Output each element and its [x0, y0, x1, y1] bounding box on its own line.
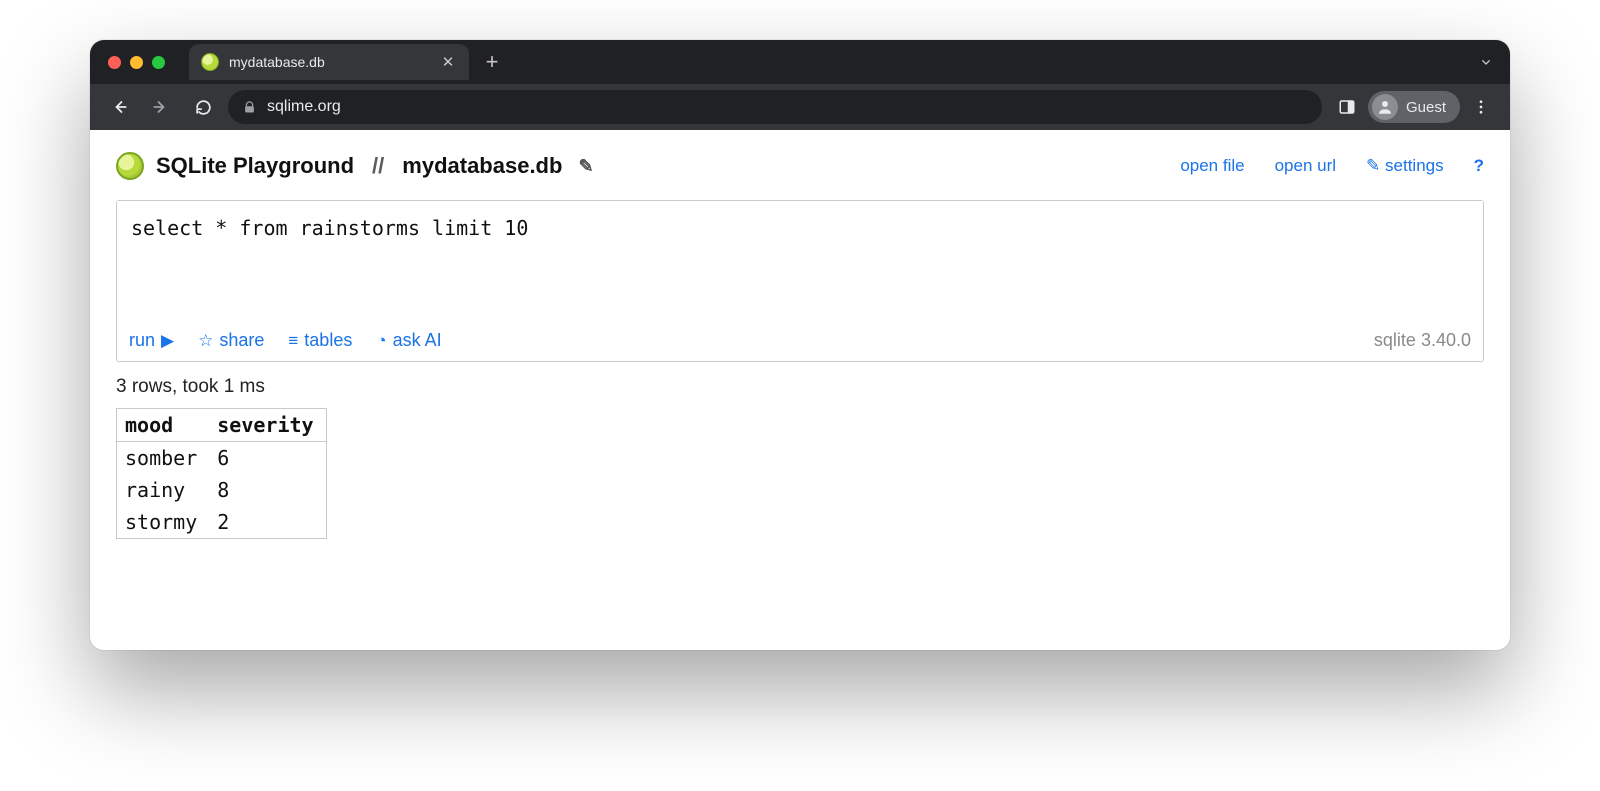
- tab-close-button[interactable]: ✕: [439, 53, 457, 71]
- table-cell: 8: [209, 474, 326, 506]
- open-url-link[interactable]: open url: [1275, 156, 1336, 176]
- favicon-icon: [201, 53, 219, 71]
- sqlite-version: sqlite 3.40.0: [1374, 330, 1471, 351]
- url-text: sqlime.org: [267, 98, 341, 116]
- avatar-icon: [1372, 94, 1398, 120]
- kebab-icon: [1472, 98, 1490, 116]
- brand: SQLite Playground // mydatabase.db ✎: [116, 152, 594, 180]
- ask-ai-button[interactable]: ◔ ask AI: [376, 330, 441, 351]
- address-bar[interactable]: sqlime.org: [228, 90, 1322, 124]
- settings-link[interactable]: ✎ settings: [1366, 156, 1444, 176]
- result-table-wrap: moodseverity somber6rainy8stormy2: [116, 408, 1484, 539]
- back-button[interactable]: [102, 90, 136, 124]
- arrow-right-icon: [151, 97, 171, 117]
- toolbar-right: Guest: [1330, 90, 1498, 124]
- help-link[interactable]: ?: [1474, 156, 1484, 176]
- column-header: severity: [209, 409, 326, 442]
- star-icon: ☆: [198, 332, 213, 349]
- forward-button[interactable]: [144, 90, 178, 124]
- page-content: SQLite Playground // mydatabase.db ✎ ope…: [90, 130, 1510, 650]
- query-editor[interactable]: [117, 201, 1483, 319]
- share-button[interactable]: ☆ share: [198, 330, 264, 351]
- database-name: mydatabase.db: [402, 153, 562, 179]
- close-window-button[interactable]: [108, 56, 121, 69]
- profile-label: Guest: [1406, 99, 1446, 116]
- browser-window: mydatabase.db ✕ + sqlime.: [90, 40, 1510, 650]
- table-cell: stormy: [117, 506, 210, 539]
- window-controls: [108, 56, 165, 69]
- link-icon: ✎: [1366, 156, 1380, 175]
- tabs-menu-button[interactable]: [1472, 54, 1500, 70]
- minimize-window-button[interactable]: [130, 56, 143, 69]
- table-row: stormy2: [117, 506, 327, 539]
- app-title: SQLite Playground: [156, 153, 354, 179]
- tables-button[interactable]: ≡ tables: [288, 330, 352, 351]
- browser-chrome: mydatabase.db ✕ + sqlime.: [90, 40, 1510, 130]
- result-table: moodseverity somber6rainy8stormy2: [116, 408, 327, 539]
- table-cell: 2: [209, 506, 326, 539]
- maximize-window-button[interactable]: [152, 56, 165, 69]
- table-cell: somber: [117, 442, 210, 475]
- browser-menu-button[interactable]: [1464, 90, 1498, 124]
- reload-icon: [194, 98, 213, 117]
- table-row: somber6: [117, 442, 327, 475]
- panel-icon: [1338, 98, 1356, 116]
- column-header: mood: [117, 409, 210, 442]
- run-button[interactable]: run ▶: [129, 330, 174, 351]
- lock-icon: [242, 100, 257, 115]
- tab-strip: mydatabase.db ✕ +: [90, 40, 1510, 84]
- new-tab-button[interactable]: +: [477, 47, 507, 77]
- list-icon: ≡: [288, 332, 298, 349]
- table-header-row: moodseverity: [117, 409, 327, 442]
- arrow-left-icon: [109, 97, 129, 117]
- editor-toolbar: run ▶ ☆ share ≡ tables ◔ ask AI sqlite 3…: [117, 324, 1483, 361]
- rename-database-button[interactable]: ✎: [578, 156, 593, 177]
- breadcrumb-separator: //: [366, 153, 390, 179]
- logo-icon: [116, 152, 144, 180]
- reload-button[interactable]: [186, 90, 220, 124]
- panels-button[interactable]: [1330, 90, 1364, 124]
- table-row: rainy8: [117, 474, 327, 506]
- result-status: 3 rows, took 1 ms: [116, 376, 1484, 398]
- tab-title: mydatabase.db: [229, 54, 429, 70]
- play-icon: ▶: [161, 332, 174, 349]
- query-editor-panel: run ▶ ☆ share ≡ tables ◔ ask AI sqlite 3…: [116, 200, 1484, 362]
- profile-button[interactable]: Guest: [1368, 91, 1460, 123]
- browser-toolbar: sqlime.org Guest: [90, 84, 1510, 130]
- table-cell: 6: [209, 442, 326, 475]
- chevron-down-icon: [1478, 54, 1494, 70]
- header-links: open file open url ✎ settings ?: [1180, 156, 1484, 176]
- circle-icon: ◔: [376, 332, 386, 349]
- page-header: SQLite Playground // mydatabase.db ✎ ope…: [116, 152, 1484, 180]
- browser-tab[interactable]: mydatabase.db ✕: [189, 44, 469, 80]
- open-file-link[interactable]: open file: [1180, 156, 1244, 176]
- table-cell: rainy: [117, 474, 210, 506]
